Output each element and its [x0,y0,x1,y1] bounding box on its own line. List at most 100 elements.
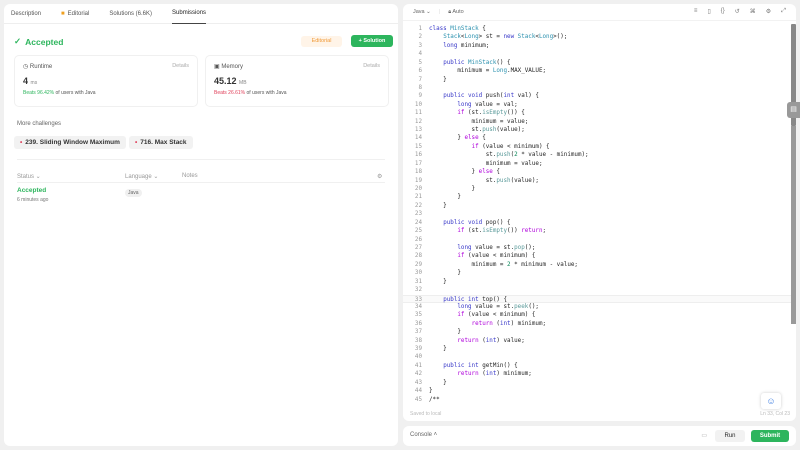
code-line[interactable]: 27 long value = st.pop(); [403,244,791,252]
line-number: 27 [414,244,422,251]
code-area[interactable]: 1 class MinStack {2 Stack<Long> st = new … [403,25,791,404]
tab-solutions[interactable]: Solutions (6.6K) [109,4,152,24]
code-line[interactable]: 21 } [403,193,791,201]
code-line[interactable]: 6 minimum = Long.MAX_VALUE; [403,67,791,75]
memory-details-link[interactable]: Details [363,63,380,70]
row-status[interactable]: Accepted [17,187,46,194]
code-line[interactable]: 9 public void push(int val) { [403,92,791,100]
code-line[interactable]: 41 public int getMin() { [403,362,791,370]
difficulty-dot-icon: • [20,139,23,146]
code-text: return (int) minimum; [471,320,547,327]
code-line[interactable]: 32 [403,286,791,294]
runtime-card[interactable]: ◷ Runtime Details 4 ms Beats 96.42% of us… [14,55,198,107]
code-line[interactable]: 34 long value = st.peek(); [403,303,791,311]
code-text: st.push(2 * value - minimum); [429,152,589,159]
code-line[interactable]: 28 if (value < minimum) { [403,252,791,260]
tab-description[interactable]: Description [11,4,41,24]
code-line[interactable]: 24 public void pop() { [403,219,791,227]
tab-bar: Description ■ Editorial Solutions (6.6K) … [4,4,398,24]
code-text: } else { [429,169,500,176]
chat-icon[interactable]: ☺ [761,393,781,409]
code-text: long value = st.pop(); [457,244,536,251]
runtime-details-link[interactable]: Details [172,63,189,70]
code-line[interactable]: 2 Stack<Long> st = new Stack<Long>(); [403,33,791,41]
shortcut-icon[interactable]: ⌘ [750,8,756,15]
code-line[interactable]: 33 public int top() { [403,294,791,303]
console-toggle[interactable]: Console ˄ [410,432,437,438]
code-line[interactable]: 3 long minimum; [403,42,791,50]
status-column-header[interactable]: Status ⌄ [17,173,41,180]
memory-beats: Beats 26.61% [214,90,246,96]
code-text: } [429,270,461,277]
code-line[interactable]: 7 } [403,76,791,84]
run-button[interactable]: Run [715,430,745,442]
line-number: 41 [414,362,422,369]
code-line[interactable]: 16 st.push(2 * value - minimum); [403,151,791,159]
code-line[interactable]: 4 [403,50,791,58]
line-number: 42 [414,371,422,378]
code-line[interactable]: 29 minimum = 2 * minimum - value; [403,261,791,269]
code-line[interactable]: 19 st.push(value); [403,177,791,185]
code-line[interactable]: 20 } [403,185,791,193]
format-icon[interactable]: ≡ [694,8,698,15]
solution-button[interactable]: + Solution [351,35,393,47]
bookmark-icon[interactable]: ▯ [707,8,710,15]
code-line[interactable]: 43 } [403,379,791,387]
language-column-header[interactable]: Language ⌄ [125,173,158,180]
code-line[interactable]: 39 } [403,345,791,353]
runtime-unit: ms [30,80,38,86]
code-line[interactable]: 35 if (value < minimum) { [403,311,791,319]
code-line[interactable]: 1 class MinStack { [403,25,791,33]
code-line[interactable]: 15 if (value < minimum) { [403,143,791,151]
code-line[interactable]: 40 [403,353,791,361]
editorial-button[interactable]: Editorial [301,36,342,47]
challenge-chip[interactable]: • 239. Sliding Window Maximum [14,136,126,149]
code-line[interactable]: 11 if (st.isEmpty()) { [403,109,791,117]
code-line[interactable]: 44} [403,387,791,395]
code-text: long minimum; [443,42,490,49]
settings-icon[interactable]: ⚙ [766,8,771,15]
code-line[interactable]: 8 [403,84,791,92]
line-number: 26 [414,236,422,243]
tab-editorial[interactable]: ■ Editorial [61,4,89,24]
settings-gear-icon[interactable]: ⚙ [377,173,382,180]
code-line[interactable]: 25 if (st.isEmpty()) return; [403,227,791,235]
notes-side-icon[interactable]: ▤ [787,102,800,118]
code-line[interactable]: 22 } [403,202,791,210]
code-line[interactable]: 45 /** [403,396,791,404]
code-line[interactable]: 13 st.push(value); [403,126,791,134]
scrollbar-track [791,126,796,324]
code-line[interactable]: 18 } else { [403,168,791,176]
code-text: minimum = value; [429,160,543,167]
runtime-suffix: of users with Java [55,90,96,96]
code-line[interactable]: 14 } else { [403,134,791,142]
code-line[interactable]: 36 return (int) minimum; [403,320,791,328]
code-line[interactable]: 26 [403,236,791,244]
code-line[interactable]: 10 long value = val; [403,101,791,109]
expand-icon[interactable]: ⤢ [781,8,786,15]
tab-submissions[interactable]: Submissions [172,4,207,24]
line-number: 40 [414,354,422,361]
left-panel: Description ■ Editorial Solutions (6.6K) … [4,4,398,446]
code-text: long value = st.peek(); [457,303,539,310]
code-line[interactable]: 37 } [403,328,791,336]
memory-card[interactable]: ▣ Memory Details 45.12 MB Beats 26.61% of… [205,55,389,107]
header-label: Language [125,174,152,180]
braces-icon[interactable]: {} [721,8,725,15]
challenge-chip[interactable]: • 716. Max Stack [129,136,193,149]
code-line[interactable]: 42 return (int) minimum; [403,370,791,378]
code-line[interactable]: 23 [403,210,791,218]
code-line[interactable]: 17 minimum = value; [403,160,791,168]
code-line[interactable]: 30 } [403,269,791,277]
auto-mode[interactable]: 🔒︎ Auto [448,9,463,16]
reset-icon[interactable]: ↺ [735,8,740,15]
clipboard-icon[interactable]: ▭ [701,432,707,439]
code-line[interactable]: 38 return (int) value; [403,337,791,345]
submit-button[interactable]: Submit [751,430,789,442]
code-line[interactable]: 31 } [403,278,791,286]
code-line[interactable]: 5 public MinStack() { [403,59,791,67]
language-selector[interactable]: Java ⌄ [413,9,431,15]
line-number: 45 [414,396,422,403]
code-line[interactable]: 12 minimum = value; [403,118,791,126]
line-number: 1 [418,26,422,32]
